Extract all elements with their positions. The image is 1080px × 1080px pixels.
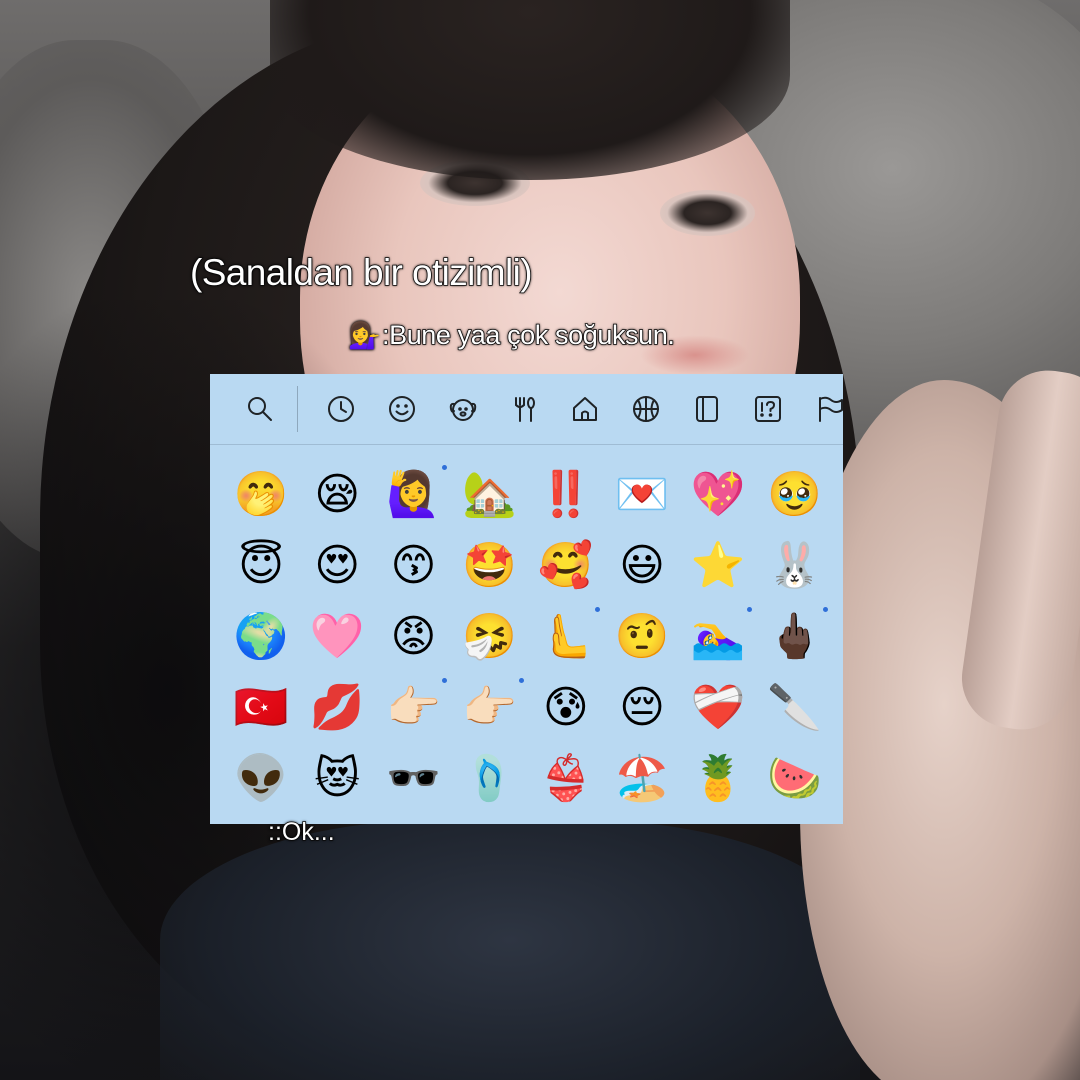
emoji-cell[interactable]: 🔪 bbox=[764, 678, 824, 738]
emoji-cell[interactable]: 🍉 bbox=[764, 749, 824, 809]
emoji-cell[interactable]: ❤️‍🩹 bbox=[688, 678, 748, 738]
skin-tone-variant-dot bbox=[442, 465, 448, 470]
toolbar-divider bbox=[297, 386, 298, 432]
emoji-cell[interactable]: 😪 bbox=[307, 465, 367, 525]
emoji-cell[interactable]: 🖕🏿 bbox=[764, 607, 829, 667]
emoji-cell[interactable]: 💖 bbox=[688, 465, 748, 525]
emoji-cell[interactable]: 👽 bbox=[231, 749, 291, 809]
jacket bbox=[160, 820, 860, 1080]
emoji-cell[interactable]: 🕶️ bbox=[383, 749, 443, 809]
skin-tone-variant-dot bbox=[747, 607, 753, 612]
tipping-hand-emoji: 💁‍♀️ bbox=[348, 320, 380, 350]
caption-title: (Sanaldan bir otizimli) bbox=[189, 251, 533, 294]
skin-tone-variant-dot bbox=[518, 678, 524, 683]
emoji-cell[interactable]: 🤩 bbox=[460, 536, 520, 596]
emoji-cell[interactable]: ‼️ bbox=[536, 465, 596, 525]
emoji-picker: 🤭 😪 🙋‍♀️ 🏡 ‼️ 💌 💖 🥹 😇 😍 😙 🤩 🥰 😃 ⭐ 🐰 🌍 🩷 😡 🤧 🫷 🤨 🏊‍♀️ 🖕🏿 🇹🇷 💋 👉🏻 👉🏻 😰… bbox=[210, 374, 843, 824]
emoji-cell[interactable]: 👉🏻 bbox=[460, 678, 524, 738]
emoji-cell[interactable]: 😙 bbox=[383, 536, 443, 596]
emoji-cell[interactable]: 😻 bbox=[307, 749, 367, 809]
emoji-cell[interactable]: 🤨 bbox=[612, 607, 672, 667]
emoji-cell[interactable]: 🤭 bbox=[231, 465, 291, 525]
emoji-cell[interactable]: 🍍 bbox=[688, 749, 748, 809]
smiley-icon[interactable] bbox=[383, 390, 421, 428]
emoji-cell[interactable]: 🤧 bbox=[460, 607, 520, 667]
skin-tone-variant-dot bbox=[442, 678, 448, 683]
flag-icon[interactable] bbox=[810, 390, 843, 428]
emoji-cell[interactable]: 🥰 bbox=[536, 536, 596, 596]
caption-dialogue-text: :Bune yaa çok soğuksun. bbox=[381, 319, 675, 351]
right-eye bbox=[660, 190, 755, 236]
emoji-cell[interactable]: 😃 bbox=[612, 536, 672, 596]
objects-icon[interactable] bbox=[688, 390, 726, 428]
food-utensils-icon[interactable] bbox=[505, 390, 543, 428]
emoji-cell[interactable]: 🙋‍♀️ bbox=[383, 465, 448, 525]
search-icon[interactable] bbox=[241, 390, 279, 428]
emoji-cell[interactable]: 🐰 bbox=[764, 536, 824, 596]
emoji-cell[interactable]: 🩷 bbox=[307, 607, 367, 667]
animal-icon[interactable] bbox=[444, 390, 482, 428]
emoji-category-toolbar bbox=[210, 374, 843, 445]
emoji-cell[interactable]: 👉🏻 bbox=[383, 678, 448, 738]
caption-dialogue: 💁‍♀️ :Bune yaa çok soğuksun. bbox=[348, 319, 676, 351]
emoji-cell[interactable]: 😡 bbox=[383, 607, 443, 667]
skin-tone-variant-dot bbox=[823, 607, 829, 612]
emoji-cell[interactable]: 🏊‍♀️ bbox=[688, 607, 753, 667]
emoji-cell[interactable]: 🇹🇷 bbox=[231, 678, 291, 738]
emoji-cell[interactable]: 🌍 bbox=[231, 607, 291, 667]
caption-reply: ::Ok... bbox=[267, 817, 335, 847]
emoji-cell[interactable]: 🩴 bbox=[460, 749, 520, 809]
emoji-cell[interactable]: 🥹 bbox=[764, 465, 824, 525]
recent-clock-icon[interactable] bbox=[322, 390, 360, 428]
emoji-cell[interactable]: ⭐ bbox=[688, 536, 748, 596]
emoji-cell[interactable]: 🫷 bbox=[536, 607, 600, 667]
emoji-cell[interactable]: 🏖️ bbox=[612, 749, 672, 809]
basketball-icon[interactable] bbox=[627, 390, 665, 428]
emoji-cell[interactable]: 😇 bbox=[231, 536, 291, 596]
house-icon[interactable] bbox=[566, 390, 604, 428]
emoji-cell[interactable]: 💋 bbox=[307, 678, 367, 738]
emoji-cell[interactable]: 😰 bbox=[536, 678, 596, 738]
emoji-cell[interactable]: 👙 bbox=[536, 749, 596, 809]
emoji-cell[interactable]: 🏡 bbox=[460, 465, 520, 525]
emoji-cell[interactable]: 💌 bbox=[612, 465, 672, 525]
symbols-icon[interactable] bbox=[749, 390, 787, 428]
emoji-cell[interactable]: 😍 bbox=[307, 536, 367, 596]
skin-tone-variant-dot bbox=[594, 607, 600, 612]
emoji-cell[interactable]: 😔 bbox=[612, 678, 672, 738]
